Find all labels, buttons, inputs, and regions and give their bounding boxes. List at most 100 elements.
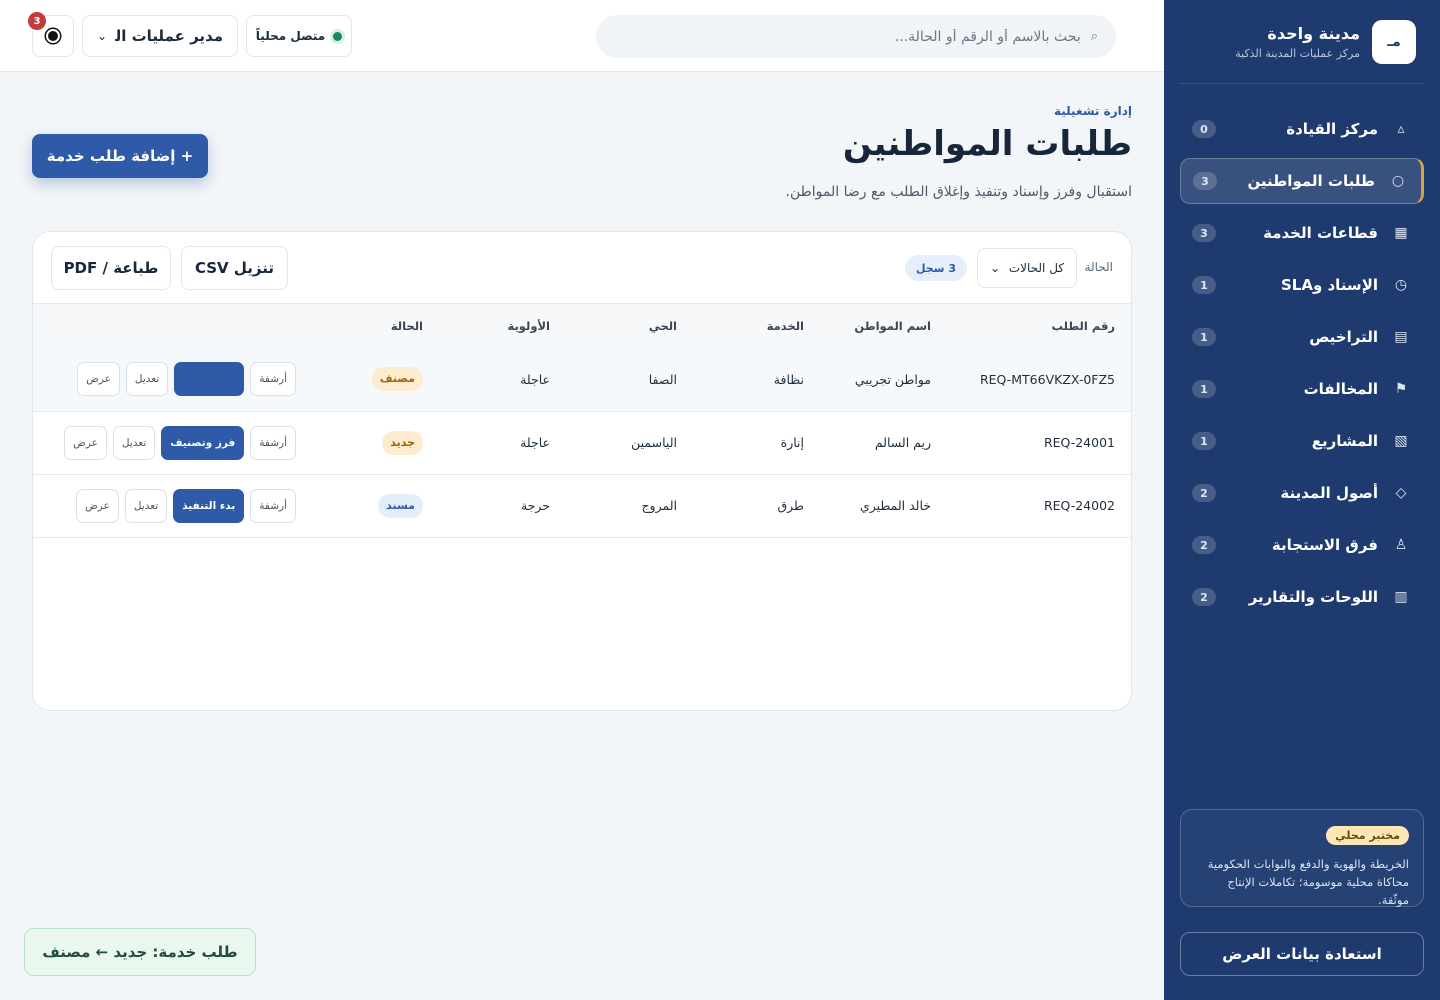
sidebar-item-projects[interactable]: ▧ المشاريع 1: [1180, 418, 1424, 464]
notification-count-badge: 3: [28, 12, 46, 30]
sidebar-item-city-assets[interactable]: ◇ أصول المدينة 2: [1180, 470, 1424, 516]
request-id: REQ-24001: [1043, 435, 1115, 450]
requests-card: الحالة كل الحالات ⌄ 3 سجل تنزيل CSV طباع…: [32, 231, 1132, 711]
edit-button[interactable]: تعديل: [125, 362, 169, 397]
edit-button[interactable]: تعديل: [112, 425, 156, 460]
sidebar-item-label: المشاريع: [1311, 432, 1378, 450]
sidebar-item-count: 1: [1192, 328, 1216, 346]
triangle-icon: ▵: [1397, 121, 1405, 137]
status-badge: جديد: [382, 430, 423, 455]
download-csv-button[interactable]: تنزيل CSV: [181, 246, 288, 290]
sidebar: مـ مدينة واحدة مركز عمليات المدينة الذكي…: [1164, 0, 1440, 1000]
start-execution-button[interactable]: بدء التنفيذ: [173, 488, 245, 523]
brand-subtitle: مركز عمليات المدينة الذكية: [1235, 46, 1360, 60]
sidebar-item-label: الإسناد وSLA: [1280, 276, 1378, 294]
view-button[interactable]: عرض: [76, 488, 119, 523]
archive-button[interactable]: أرشفة: [250, 362, 296, 397]
sidebar-item-licenses[interactable]: ▤ التراخيص 1: [1180, 314, 1424, 360]
sidebar-item-count: 1: [1192, 380, 1216, 398]
sidebar-item-count: 3: [1193, 172, 1217, 190]
sidebar-item-service-sectors[interactable]: ▦ قطاعات الخدمة 3: [1180, 210, 1424, 256]
neighborhood: الصفا: [648, 371, 677, 387]
archive-button[interactable]: أرشفة: [250, 488, 296, 523]
sidebar-item-violations[interactable]: ⚑ المخالفات 1: [1180, 366, 1424, 412]
table-toolbar: الحالة كل الحالات ⌄ 3 سجل تنزيل CSV طباع…: [33, 232, 1131, 304]
citizen-name: ريم السالم: [874, 435, 931, 450]
sidebar-item-count: 3: [1192, 224, 1216, 242]
table-row[interactable]: REQ-24001 ريم السالم إنارة الياسمين عاجل…: [33, 411, 1131, 474]
sidebar-nav: ▵ مركز القيادة 0 ○ طلبات المواطنين 3 ▦ ق…: [1180, 106, 1424, 620]
service-type: إنارة: [780, 435, 804, 450]
connection-status: متصل محلياً: [246, 15, 352, 57]
brand-title: مدينة واحدة: [1267, 23, 1360, 43]
search-input[interactable]: [614, 28, 1081, 45]
citizen-name: خالد المطيري: [859, 498, 931, 513]
sidebar-item-count: 1: [1192, 432, 1216, 450]
print-pdf-button[interactable]: طباعة / PDF: [51, 246, 171, 290]
table-row[interactable]: REQ-24002 خالد المطيري طرق المروج حرجة م…: [33, 474, 1131, 537]
document-icon: ▤: [1394, 329, 1408, 345]
theme-icon: [46, 29, 60, 43]
neighborhood: المروج: [641, 498, 677, 513]
status-badge: مصنف: [371, 367, 423, 392]
sidebar-item-label: طلبات المواطنين: [1247, 172, 1375, 190]
view-button[interactable]: عرض: [64, 425, 107, 460]
sidebar-item-label: قطاعات الخدمة: [1263, 224, 1378, 242]
hatched-square-icon: ▧: [1394, 433, 1408, 449]
bars-icon: ▥: [1394, 589, 1408, 605]
sidebar-item-count: 1: [1192, 276, 1216, 294]
search-box: ⌕: [596, 15, 1116, 58]
status-filter-value: كل الحالات: [1008, 261, 1064, 275]
citizen-name: مواطن تجريبي: [854, 371, 931, 387]
add-service-request-button[interactable]: + إضافة طلب خدمة: [32, 134, 208, 178]
actions-column-header: [33, 304, 296, 348]
page-eyebrow: إدارة تشغيلية: [1053, 104, 1132, 118]
priority: عاجلة: [520, 371, 550, 387]
sidebar-item-count: 2: [1192, 536, 1216, 554]
sidebar-item-count: 2: [1192, 588, 1216, 606]
table-row[interactable]: REQ-MT66VKZX-0FZ5 مواطن تجريبي نظافة الص…: [33, 348, 1131, 411]
column-header[interactable]: رقم الطلب: [931, 304, 1131, 348]
sidebar-item-label: التراخيص: [1309, 328, 1378, 346]
role-select-value: مدير عمليات المد: [115, 27, 223, 45]
row-actions: أرشفة بدء التنفيذ تعديل عرض: [33, 488, 296, 523]
view-button[interactable]: عرض: [77, 362, 120, 397]
lab-badge: مختبر محلي: [1326, 826, 1409, 845]
sidebar-item-assignment-sla[interactable]: ◷ الإسناد وSLA 1: [1180, 262, 1424, 308]
records-count-badge: 3 سجل: [904, 255, 967, 281]
request-id: REQ-24002: [1043, 498, 1115, 513]
sidebar-item-response-teams[interactable]: ♙ فرق الاستجابة 2: [1180, 522, 1424, 568]
diamond-icon: ◇: [1395, 485, 1407, 501]
local-lab-card: مختبر محلي الخريطة والهوية والدفع والبوا…: [1180, 809, 1424, 907]
sidebar-item-citizen-requests[interactable]: ○ طلبات المواطنين 3: [1180, 158, 1424, 204]
column-header[interactable]: الحي: [550, 304, 677, 348]
connection-status-label: متصل محلياً: [255, 29, 326, 43]
neighborhood: الياسمين: [631, 435, 677, 450]
request-id: REQ-MT66VKZX-0FZ5: [979, 371, 1115, 387]
clock-icon: ◷: [1394, 277, 1408, 293]
service-type: طرق: [777, 498, 804, 513]
column-header[interactable]: الحالة: [296, 304, 423, 348]
status-filter-label: الحالة: [1084, 260, 1113, 274]
restore-demo-data-button[interactable]: استعادة بيانات العرض: [1180, 932, 1424, 976]
sidebar-item-label: فرق الاستجابة: [1271, 536, 1378, 554]
lab-description: الخريطة والهوية والدفع والبوابات الحكومي…: [1207, 857, 1409, 907]
workflow-action-button[interactable]: [174, 362, 245, 397]
topbar: ⌕ متصل محلياً مدير عمليات المد ⌄ 3: [0, 0, 1164, 72]
role-select[interactable]: مدير عمليات المد ⌄: [82, 15, 238, 57]
status-filter-select[interactable]: كل الحالات ⌄: [977, 248, 1077, 288]
archive-button[interactable]: أرشفة: [250, 425, 296, 460]
sidebar-item-dashboards-reports[interactable]: ▥ اللوحات والتقارير 2: [1180, 574, 1424, 620]
column-header[interactable]: الخدمة: [677, 304, 804, 348]
sidebar-item-count: 2: [1192, 484, 1216, 502]
chevron-down-icon: ⌄: [990, 261, 1001, 275]
column-header[interactable]: اسم المواطن: [804, 304, 931, 348]
triage-button[interactable]: فرز وتصنيف: [161, 425, 245, 460]
column-header[interactable]: الأولوية: [423, 304, 550, 348]
chevron-down-icon: ⌄: [97, 29, 108, 43]
status-change-toast: طلب خدمة: جديد ← مصنف: [24, 928, 256, 976]
edit-button[interactable]: تعديل: [124, 488, 168, 523]
sidebar-item-command-center[interactable]: ▵ مركز القيادة 0: [1180, 106, 1424, 152]
sidebar-item-label: مركز القيادة: [1286, 120, 1378, 138]
row-actions: أرشفة تعديل عرض: [33, 362, 296, 397]
